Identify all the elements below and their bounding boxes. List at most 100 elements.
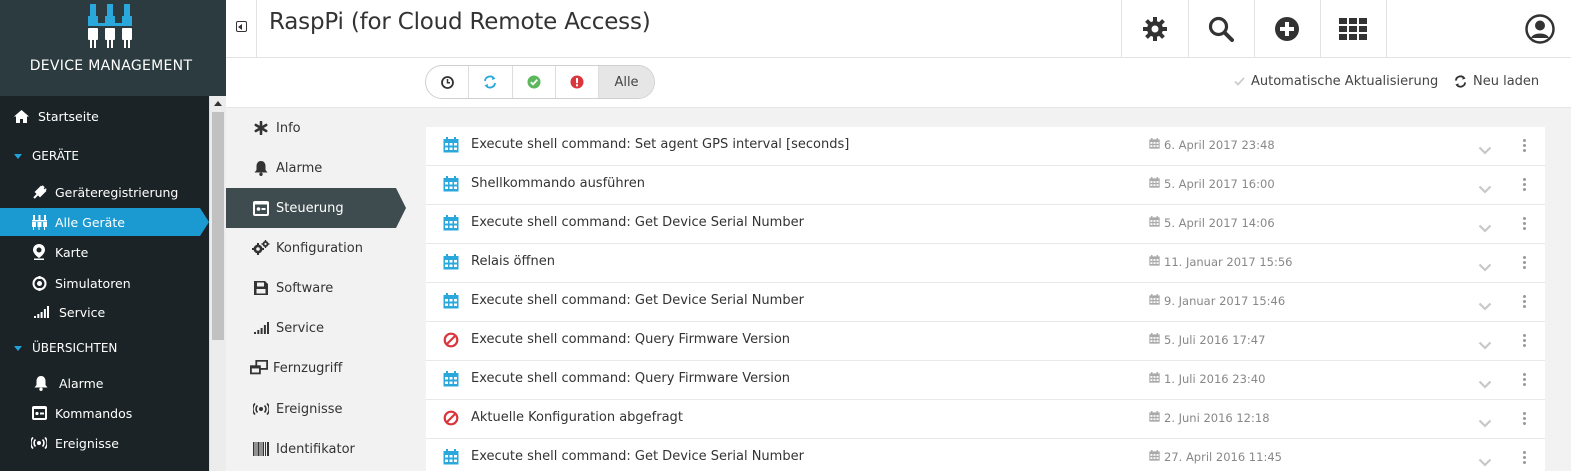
divider: [1386, 0, 1387, 58]
chevron-down-icon[interactable]: [1478, 452, 1492, 471]
plus-circle-icon: [1275, 17, 1299, 41]
chevron-down-icon[interactable]: [1478, 374, 1492, 393]
floppy-icon: [252, 279, 270, 297]
operation-row[interactable]: Execute shell command: Get Device Serial…: [426, 205, 1545, 244]
failed-icon: [443, 332, 459, 348]
tab-steuerung[interactable]: Steuerung: [226, 188, 406, 228]
user-menu-button[interactable]: [1510, 0, 1570, 58]
user-icon: [1525, 14, 1555, 44]
bell-icon: [252, 159, 270, 177]
devices-icon: [30, 213, 48, 231]
calendar-icon: [443, 293, 459, 309]
more-options-icon[interactable]: [1523, 256, 1526, 270]
more-options-icon[interactable]: [1523, 451, 1526, 465]
more-options-icon[interactable]: [1523, 178, 1526, 192]
operation-row[interactable]: Relais öffnen 11. Januar 2017 15:56: [426, 244, 1545, 283]
tab-info[interactable]: Info: [226, 108, 396, 148]
scroll-up-arrow-icon[interactable]: [214, 101, 222, 106]
nav-label: Alle Geräte: [55, 214, 125, 230]
operation-date: 9. Januar 2017 15:46: [1149, 294, 1285, 308]
calendar-icon: [1149, 255, 1160, 269]
filter-executing-button[interactable]: [469, 66, 513, 98]
app-switcher-button[interactable]: [1320, 0, 1386, 58]
search-button[interactable]: [1188, 0, 1254, 58]
nav-item-simulatoren[interactable]: Simulatoren: [0, 269, 209, 297]
calendar-icon: [443, 449, 459, 465]
filter-bar: Alle Automatische Aktualisierung Neu lad…: [226, 58, 1571, 108]
tab-fernzugriff[interactable]: Fernzugriff: [226, 348, 396, 388]
filter-failed-button[interactable]: [556, 66, 599, 98]
tab-label: Konfiguration: [276, 240, 363, 256]
chevron-down-icon[interactable]: [1478, 179, 1492, 198]
calendar-icon: [443, 176, 459, 192]
tab-identifikator[interactable]: Identifikator: [226, 429, 396, 469]
operation-row[interactable]: Aktuelle Konfiguration abgefragt 2. Juni …: [426, 400, 1545, 439]
nav-item-service[interactable]: Service: [0, 298, 209, 326]
refresh-icon: [484, 75, 497, 89]
nav-label: Kommandos: [55, 405, 133, 421]
scrollbar-thumb[interactable]: [212, 112, 224, 340]
auto-refresh-label: Automatische Aktualisierung: [1251, 74, 1439, 89]
nav-item-kommandos[interactable]: Kommandos: [0, 399, 209, 427]
nav-label: Startseite: [38, 108, 99, 124]
brand-title: DEVICE MANAGEMENT: [29, 58, 193, 74]
nav-item-karte[interactable]: Karte: [0, 238, 209, 266]
logo[interactable]: DEVICE MANAGEMENT: [0, 0, 226, 92]
chevron-down-icon[interactable]: [1478, 296, 1492, 315]
operation-row[interactable]: Shellkommando ausführen 5. April 2017 16:…: [426, 166, 1545, 205]
collapse-sidebar-icon[interactable]: [236, 21, 247, 32]
reload-button[interactable]: Neu laden: [1454, 74, 1539, 89]
operation-row[interactable]: Execute shell command: Set agent GPS int…: [426, 127, 1545, 166]
nav-label: Simulatoren: [55, 275, 131, 291]
operation-date-text: 27. April 2016 11:45: [1164, 450, 1282, 464]
add-button[interactable]: [1254, 0, 1320, 58]
operation-row[interactable]: Execute shell command: Query Firmware Ve…: [426, 361, 1545, 400]
barcode-icon: [252, 440, 270, 458]
chevron-down-icon[interactable]: [1478, 335, 1492, 354]
auto-refresh-toggle[interactable]: Automatische Aktualisierung: [1234, 74, 1438, 89]
chevron-down-icon[interactable]: [1478, 218, 1492, 237]
chevron-down-icon[interactable]: [1478, 413, 1492, 432]
plug-icon: [30, 183, 48, 201]
nav-section-geraete[interactable]: GERÄTE: [0, 142, 209, 170]
tab-service[interactable]: Service: [226, 308, 396, 348]
operation-title: Execute shell command: Get Device Serial…: [471, 449, 804, 464]
operation-row[interactable]: Execute shell command: Get Device Serial…: [426, 439, 1545, 471]
device-tabs: Info Alarme Steuerung Konfiguration Soft…: [226, 108, 406, 471]
tab-software[interactable]: Software: [226, 268, 396, 308]
nav-section-uebersichten[interactable]: ÜBERSICHTEN: [0, 334, 209, 362]
filter-all-button[interactable]: Alle: [599, 66, 654, 98]
more-options-icon[interactable]: [1523, 139, 1526, 153]
nav-scrollbar[interactable]: [209, 96, 226, 471]
nav-item-ereignisse[interactable]: Ereignisse: [0, 429, 209, 457]
chevron-down-icon[interactable]: [1478, 257, 1492, 276]
chevron-down-icon[interactable]: [1478, 140, 1492, 159]
operation-row[interactable]: Execute shell command: Query Firmware Ve…: [426, 322, 1545, 361]
nav-item-geraeteregistrierung[interactable]: Geräteregistrierung: [0, 178, 209, 206]
filter-pending-button[interactable]: [426, 66, 470, 98]
more-options-icon[interactable]: [1523, 412, 1526, 426]
status-filter-group: Alle: [425, 65, 655, 99]
tab-alarme[interactable]: Alarme: [226, 148, 396, 188]
more-options-icon[interactable]: [1523, 217, 1526, 231]
operation-date-text: 6. April 2017 23:48: [1164, 138, 1275, 152]
tab-ereignisse[interactable]: Ereignisse: [226, 389, 396, 429]
calendar-icon: [443, 215, 459, 231]
caret-down-icon: [14, 153, 22, 159]
more-options-icon[interactable]: [1523, 334, 1526, 348]
operation-date: 11. Januar 2017 15:56: [1149, 255, 1292, 269]
more-options-icon[interactable]: [1523, 295, 1526, 309]
nav-item-startseite[interactable]: Startseite: [0, 102, 209, 130]
nav-label: Alarme: [59, 375, 104, 391]
nav-item-alarme[interactable]: Alarme: [0, 369, 209, 397]
operation-row[interactable]: Execute shell command: Get Device Serial…: [426, 283, 1545, 322]
nav-item-alle-geraete[interactable]: Alle Geräte: [0, 208, 209, 236]
tab-label: Identifikator: [276, 441, 355, 457]
more-options-icon[interactable]: [1523, 373, 1526, 387]
refresh-icon: [1454, 75, 1467, 88]
tab-konfiguration[interactable]: Konfiguration: [226, 228, 396, 268]
filter-successful-button[interactable]: [513, 66, 556, 98]
settings-button[interactable]: [1122, 0, 1188, 58]
calendar-icon: [1149, 411, 1160, 425]
operation-date: 27. April 2016 11:45: [1149, 450, 1282, 464]
